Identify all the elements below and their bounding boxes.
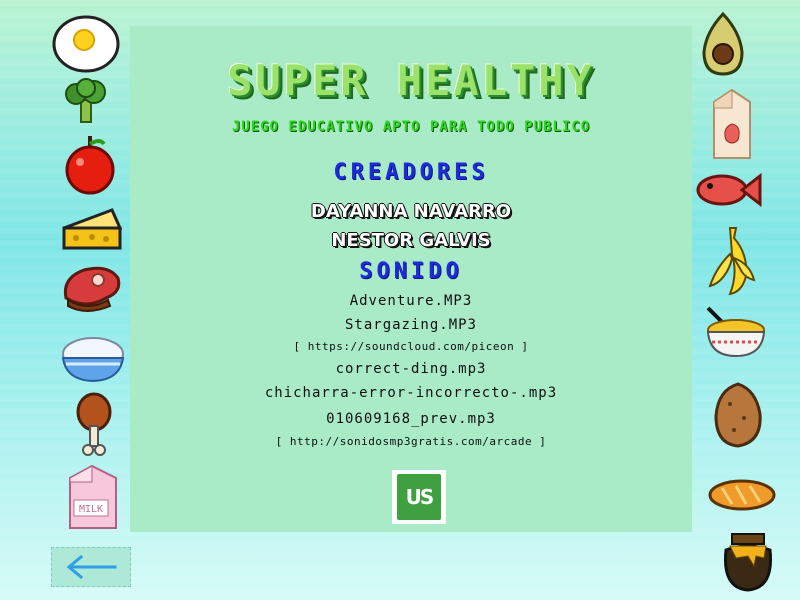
game-subtitle: JUEGO EDUCATIVO APTO PARA TODO PUBLICO xyxy=(231,119,591,135)
rice-bowl-icon xyxy=(60,334,126,384)
credits-panel: SUPER HEALTHY JUEGO EDUCATIVO APTO PARA … xyxy=(130,26,692,532)
sound-credit: correct-ding.mp3 xyxy=(335,361,487,377)
honey-pot-icon xyxy=(720,532,776,592)
sound-credit: Stargazing.MP3 xyxy=(344,317,477,333)
game-title: SUPER HEALTHY xyxy=(227,56,595,105)
strawberry-milk-icon xyxy=(710,88,754,160)
studio-logo: US xyxy=(392,470,446,524)
back-button[interactable] xyxy=(51,547,131,587)
broccoli-icon xyxy=(64,78,108,124)
cheese-icon xyxy=(60,206,124,252)
creator-name: NESTOR GALVIS xyxy=(331,230,491,251)
noodle-bowl-icon xyxy=(702,304,768,360)
fish-icon xyxy=(696,170,762,210)
sound-heading: SONIDO xyxy=(359,259,463,284)
creator-name: DAYANNA NAVARRO xyxy=(310,201,512,222)
sound-credit: 010609168_prev.mp3 xyxy=(326,411,496,427)
chicken-leg-icon xyxy=(74,392,114,458)
banana-icon xyxy=(702,224,758,296)
bread-icon xyxy=(708,478,776,512)
fried-egg-icon xyxy=(52,14,120,74)
left-arrow-icon xyxy=(65,555,117,579)
sound-source-link: [ http://sonidosmp3gratis.com/arcade ] xyxy=(275,435,547,448)
avocado-icon xyxy=(700,12,746,76)
svg-text:MILK: MILK xyxy=(79,504,103,515)
sound-credit: chicharra-error-incorrecto-.mp3 xyxy=(264,385,558,401)
tomato-icon xyxy=(64,132,116,196)
creators-heading: CREADORES xyxy=(333,160,489,185)
sound-credit: Adventure.MP3 xyxy=(349,293,473,309)
studio-logo-mark: US xyxy=(397,474,441,520)
steak-icon xyxy=(60,262,124,314)
potato-icon xyxy=(712,382,764,448)
sound-source-link: [ https://soundcloud.com/piceon ] xyxy=(293,340,529,353)
milk-carton-icon: MILK xyxy=(62,464,124,530)
